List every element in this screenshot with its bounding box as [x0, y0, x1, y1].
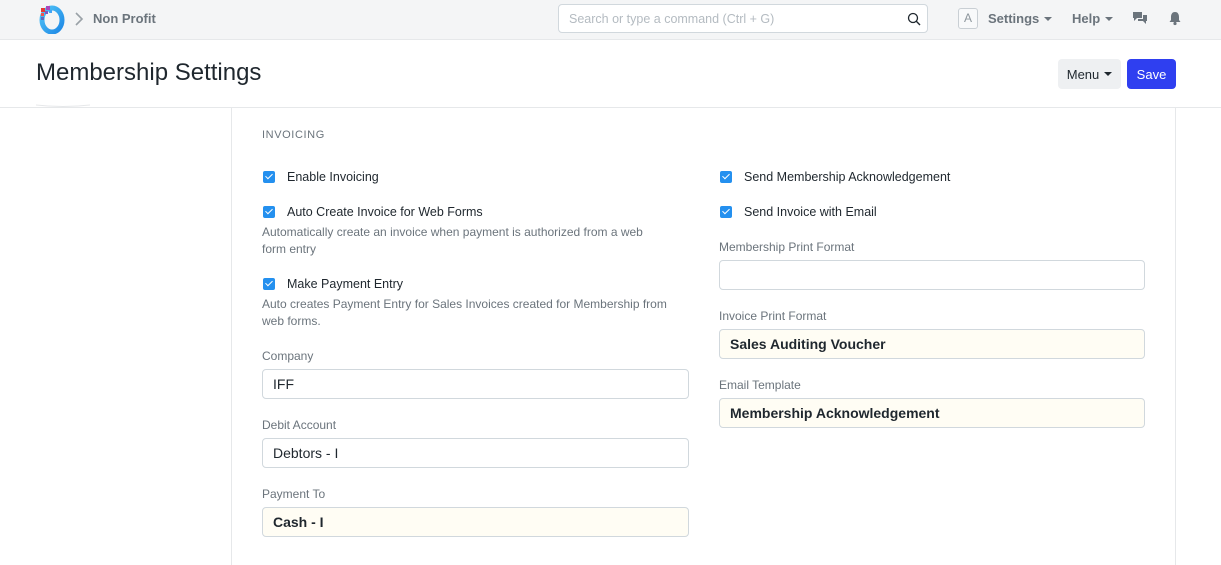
checkbox-checked-icon[interactable] [263, 278, 275, 290]
search-icon[interactable] [907, 12, 921, 26]
company-label: Company [262, 349, 314, 363]
membership-print-format-label: Membership Print Format [719, 240, 855, 254]
menu-label: Menu [1066, 66, 1100, 82]
membership-print-format-field [719, 260, 1145, 290]
caret-down-icon [1104, 72, 1113, 76]
bell-icon[interactable] [1167, 10, 1183, 26]
invoice-print-format-field [719, 329, 1145, 359]
caret-down-icon [1105, 16, 1114, 21]
email-template-field [719, 398, 1145, 428]
send-invoice-email-checkbox[interactable]: Send Invoice with Email [720, 205, 877, 219]
invoice-print-format-label: Invoice Print Format [719, 309, 827, 323]
enable-invoicing-checkbox[interactable]: Enable Invoicing [263, 170, 379, 184]
send-invoice-email-label: Send Invoice with Email [744, 205, 877, 219]
payment-to-label: Payment To [262, 487, 326, 501]
search-bar [558, 4, 928, 33]
settings-dropdown[interactable]: Settings [988, 11, 1053, 26]
checkbox-checked-icon[interactable] [720, 171, 732, 183]
chevron-right-icon [75, 12, 84, 26]
save-button[interactable]: Save [1127, 59, 1176, 89]
debit-account-field [262, 438, 689, 468]
checkbox-checked-icon[interactable] [720, 206, 732, 218]
company-input[interactable] [263, 370, 688, 398]
description-line: Automatically create an invoice when pay… [262, 225, 643, 239]
payment-to-input[interactable] [263, 508, 688, 536]
enable-invoicing-label: Enable Invoicing [287, 170, 379, 184]
company-field [262, 369, 689, 399]
caret-down-icon [1044, 16, 1053, 21]
debit-account-input[interactable] [263, 439, 688, 467]
make-payment-entry-description: Auto creates Payment Entry for Sales Inv… [262, 296, 667, 330]
menu-button[interactable]: Menu [1058, 59, 1121, 89]
auto-create-invoice-label: Auto Create Invoice for Web Forms [287, 205, 483, 219]
page-title: Membership Settings [36, 59, 262, 86]
checkbox-checked-icon[interactable] [263, 206, 275, 218]
navbar: Non Profit A Settings Help [0, 0, 1221, 40]
sidebar-divider [36, 104, 90, 107]
membership-print-format-input[interactable] [720, 261, 1144, 289]
help-label: Help [1072, 11, 1101, 26]
auto-create-invoice-checkbox[interactable]: Auto Create Invoice for Web Forms [263, 205, 483, 219]
description-line: web forms. [262, 314, 321, 328]
avatar[interactable]: A [958, 8, 978, 29]
email-template-label: Email Template [719, 378, 801, 392]
page-head: Membership Settings Menu Save [0, 40, 1221, 108]
app-logo-icon[interactable] [38, 4, 66, 34]
send-acknowledgement-checkbox[interactable]: Send Membership Acknowledgement [720, 170, 950, 184]
search-input[interactable] [569, 11, 899, 27]
help-dropdown[interactable]: Help [1072, 11, 1114, 26]
auto-create-invoice-description: Automatically create an invoice when pay… [262, 224, 643, 258]
breadcrumb[interactable]: Non Profit [93, 11, 156, 26]
send-acknowledgement-label: Send Membership Acknowledgement [744, 170, 951, 184]
checkbox-checked-icon[interactable] [263, 171, 275, 183]
make-payment-entry-label: Make Payment Entry [287, 277, 404, 291]
comment-icon[interactable] [1132, 10, 1148, 26]
description-line: form entry [262, 242, 317, 256]
email-template-input[interactable] [720, 399, 1144, 427]
make-payment-entry-checkbox[interactable]: Make Payment Entry [263, 277, 403, 291]
section-heading: INVOICING [262, 129, 325, 141]
invoice-print-format-input[interactable] [720, 330, 1144, 358]
debit-account-label: Debit Account [262, 418, 337, 432]
description-line: Auto creates Payment Entry for Sales Inv… [262, 297, 667, 311]
settings-label: Settings [988, 11, 1040, 26]
payment-to-field [262, 507, 689, 537]
